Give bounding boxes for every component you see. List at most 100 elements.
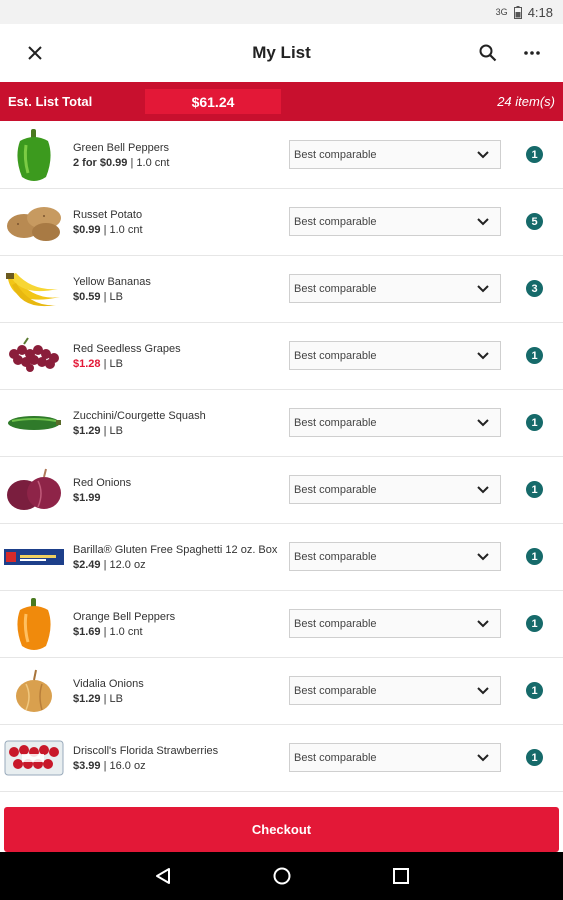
app-bar: My List (0, 24, 563, 82)
list-item[interactable]: Barilla® Gluten Free Spaghetti 12 oz. Bo… (0, 524, 563, 591)
chevron-down-icon (477, 419, 489, 427)
substitution-value: Best comparable (294, 215, 377, 228)
list-item[interactable]: Red Onions $1.99 Best comparable 1 (0, 457, 563, 524)
item-price: $0.99 (73, 224, 101, 236)
item-price: $1.99 (73, 492, 101, 504)
item-price: $3.99 (73, 760, 101, 772)
substitution-value: Best comparable (294, 684, 377, 697)
onion-image (4, 663, 64, 719)
item-name: Orange Bell Peppers (73, 611, 176, 623)
item-name: Red Onions (73, 477, 132, 489)
substitution-value: Best comparable (294, 483, 377, 496)
quantity-badge[interactable]: 1 (526, 347, 543, 364)
quantity-badge[interactable]: 1 (526, 682, 543, 699)
chevron-down-icon (477, 352, 489, 360)
quantity-badge[interactable]: 1 (526, 414, 543, 431)
item-unit: | LB (103, 358, 123, 370)
system-nav-bar (0, 852, 563, 900)
more-icon[interactable] (519, 40, 545, 66)
chevron-down-icon (477, 687, 489, 695)
substitution-dropdown[interactable]: Best comparable (289, 542, 501, 571)
item-price: $0.59 (73, 291, 101, 303)
zucchini-image (4, 395, 64, 451)
quantity-badge[interactable]: 5 (526, 213, 543, 230)
chevron-down-icon (477, 553, 489, 561)
list-item[interactable]: Green Bell Peppers 2 for $0.99 | 1.0 cnt… (0, 122, 563, 189)
pasta-box-image (4, 529, 64, 585)
item-unit: | LB (103, 291, 123, 303)
item-count: 24 item(s) (497, 94, 555, 109)
substitution-dropdown[interactable]: Best comparable (289, 408, 501, 437)
chevron-down-icon (477, 620, 489, 628)
clock: 4:18 (527, 4, 553, 20)
back-icon[interactable] (151, 864, 175, 888)
strawberries-image (4, 730, 64, 786)
orange-pepper-image (4, 596, 64, 652)
quantity-badge[interactable]: 1 (526, 615, 543, 632)
substitution-dropdown[interactable]: Best comparable (289, 140, 501, 169)
list-item[interactable]: Driscoll's Florida Strawberries $3.99 | … (0, 725, 563, 792)
item-name: Barilla® Gluten Free Spaghetti 12 oz. Bo… (73, 544, 278, 556)
item-unit: | LB (103, 425, 123, 437)
item-name: Yellow Bananas (73, 276, 151, 288)
list-item[interactable]: Zucchini/Courgette Squash $1.29 | LB Bes… (0, 390, 563, 457)
battery-icon (513, 5, 522, 19)
chevron-down-icon (477, 151, 489, 159)
substitution-dropdown[interactable]: Best comparable (289, 676, 501, 705)
item-price: $1.69 (73, 626, 101, 638)
banana-image (4, 261, 64, 317)
potato-image (4, 194, 64, 250)
item-name: Russet Potato (73, 209, 143, 221)
recents-icon[interactable] (389, 864, 413, 888)
item-unit: | 1.0 cnt (103, 626, 143, 638)
substitution-dropdown[interactable]: Best comparable (289, 609, 501, 638)
item-price: $1.29 (73, 693, 101, 705)
list-total-bar: Est. List Total $61.24 24 item(s) (0, 82, 563, 121)
item-name: Zucchini/Courgette Squash (73, 410, 206, 422)
substitution-value: Best comparable (294, 282, 377, 295)
list-total-label: Est. List Total (8, 94, 93, 109)
substitution-value: Best comparable (294, 416, 377, 429)
green-pepper-image (4, 127, 64, 183)
item-unit: | 1.0 cnt (103, 224, 143, 236)
substitution-dropdown[interactable]: Best comparable (289, 341, 501, 370)
item-name: Driscoll's Florida Strawberries (73, 745, 219, 757)
checkout-button[interactable]: Checkout (4, 807, 559, 852)
quantity-badge[interactable]: 3 (526, 280, 543, 297)
grapes-image (4, 328, 64, 384)
substitution-dropdown[interactable]: Best comparable (289, 743, 501, 772)
item-name: Green Bell Peppers (73, 142, 169, 154)
close-icon[interactable] (22, 40, 48, 66)
chevron-down-icon (477, 218, 489, 226)
item-unit: | 12.0 oz (103, 559, 146, 571)
list-item[interactable]: Red Seedless Grapes $1.28 | LB Best comp… (0, 323, 563, 390)
substitution-dropdown[interactable]: Best comparable (289, 207, 501, 236)
item-sale-price: $1.28 (73, 358, 101, 370)
item-unit: | 16.0 oz (103, 760, 146, 772)
chevron-down-icon (477, 486, 489, 494)
quantity-badge[interactable]: 1 (526, 481, 543, 498)
substitution-value: Best comparable (294, 148, 377, 161)
list-total-amount: $61.24 (145, 89, 281, 114)
chevron-down-icon (477, 285, 489, 293)
item-price: $1.29 (73, 425, 101, 437)
home-icon[interactable] (270, 864, 294, 888)
item-price: $2.49 (73, 559, 101, 571)
item-price: 2 for $0.99 (73, 157, 128, 169)
signal-icon: 3G (495, 7, 508, 17)
quantity-badge[interactable]: 1 (526, 548, 543, 565)
list-item[interactable]: Yellow Bananas $0.59 | LB Best comparabl… (0, 256, 563, 323)
substitution-value: Best comparable (294, 550, 377, 563)
substitution-dropdown[interactable]: Best comparable (289, 475, 501, 504)
quantity-badge[interactable]: 1 (526, 146, 543, 163)
quantity-badge[interactable]: 1 (526, 749, 543, 766)
item-unit: | 1.0 cnt (130, 157, 170, 169)
list-item[interactable]: Vidalia Onions $1.29 | LB Best comparabl… (0, 658, 563, 725)
list-item[interactable]: Russet Potato $0.99 | 1.0 cnt Best compa… (0, 189, 563, 256)
item-name: Vidalia Onions (73, 678, 144, 690)
list-item[interactable]: Orange Bell Peppers $1.69 | 1.0 cnt Best… (0, 591, 563, 658)
substitution-dropdown[interactable]: Best comparable (289, 274, 501, 303)
item-name: Red Seedless Grapes (73, 343, 181, 355)
search-icon[interactable] (475, 40, 501, 66)
status-bar: 3G 4:18 (0, 0, 563, 24)
